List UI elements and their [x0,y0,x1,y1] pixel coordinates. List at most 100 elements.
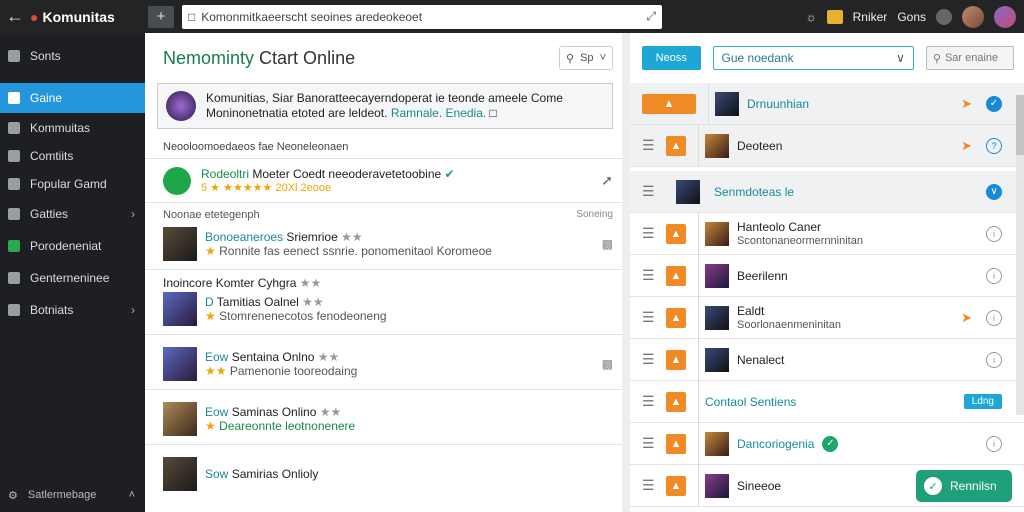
drag-handle-icon[interactable]: ☰ [642,477,660,494]
drag-handle-icon[interactable]: ☰ [642,225,660,242]
drag-handle-icon[interactable]: ☰ [642,267,660,284]
top-right-item-1[interactable]: Rniker [853,10,888,24]
pen-icon [8,178,20,190]
list-item[interactable]: Eow Sentaina Onlno ★★ ★★ Pamenonie toore… [163,347,613,381]
info-icon[interactable]: i [986,225,1002,242]
rating-stars: ★★ [299,276,322,290]
app-logo[interactable]: ● Komunitas [30,9,144,25]
drag-handle-icon[interactable]: ☰ [642,393,660,410]
info-icon[interactable]: i [986,267,1002,284]
star-icon: ★ [205,309,216,323]
brightness-icon[interactable]: ☼ [806,10,817,24]
action-icon[interactable]: ▩ [602,237,613,251]
featured-title: Moeter Coedt neeoderavetetoobine [252,167,442,181]
right-search-input[interactable]: ⚲ Sar enaine [925,46,1014,70]
trophy-icon[interactable] [826,9,843,24]
sort-select[interactable]: Gue noedank ∨ [712,46,914,70]
ranking-row[interactable]: ▲ Drnuunhian ➤ ✓ [630,82,1024,125]
drag-handle-icon[interactable]: ☰ [642,137,660,154]
chat-label: Rennilsn [950,479,997,493]
row-avatar [705,431,729,456]
sidebar-item-0[interactable]: Sonts [0,41,145,71]
row-avatar [705,305,729,330]
banner-link[interactable]: Ramnale. Enedia. [391,106,486,120]
info-icon[interactable]: ? [986,137,1002,154]
search-field[interactable]: □ Komonmitkaeerscht seoines aredeokeoet … [182,4,662,29]
row-name: Sineeoe [737,478,782,493]
sidebar-item-1[interactable]: Gaine [0,83,145,113]
list-item[interactable]: Sow Samirias Onlioly [163,457,613,491]
ranking-row[interactable]: ☰ ▲ Dancoriogenia ✓ i [630,422,1024,465]
info-icon[interactable]: i [986,351,1002,368]
banner-thumbnail [166,91,196,121]
ranking-row[interactable]: ☰ ▲ Hanteolo Caner Scontonaneormernninita… [630,212,1024,255]
info-icon[interactable]: i [986,309,1002,326]
pin-icon[interactable]: ➚ [601,172,613,189]
list-item[interactable]: Eow Saminas Onlino ★★ ★ Deareonnte leotn… [163,402,613,436]
status-icon[interactable]: ✓ [986,95,1002,112]
main-header: Nemominty Ctart Online ⚲ Sp ˅ [145,33,627,83]
sidebar-item-6[interactable]: Porodeneniat [0,231,145,261]
sidebar-item-5[interactable]: Gatties › [0,199,145,229]
user-avatar[interactable] [962,5,984,28]
rating-stars: ★★ [341,230,363,244]
row-title: Ealdt [737,303,765,318]
sidebar-footer[interactable]: ⚙ Satlermebage ˄ [0,484,145,506]
scrollbar[interactable] [1016,95,1024,415]
community-banner[interactable]: Komunitias, Siar Banoratteecayerndoperat… [157,83,613,129]
sidebar-item-7[interactable]: Genterneninee [0,263,145,293]
banner-text: Komunitias, Siar Banoratteecayerndoperat… [206,91,563,121]
drag-handle-icon[interactable]: ☰ [642,183,660,200]
star-icon: ★ [205,244,216,258]
banner-line-2: Moninonetnatia etoted are leldeot. [206,106,388,120]
action-icon[interactable]: ▩ [602,357,613,371]
add-button[interactable]: + [148,5,174,28]
featured-rating: 5 ★ ★★★★★ 20Xl 2eooe [201,182,332,194]
ranking-row[interactable]: ☰ ▲ Deoteen ➤ ? [630,124,1024,167]
back-arrow-icon[interactable]: ← [0,0,30,33]
list-group: Eow Saminas Onlino ★★ ★ Deareonnte leotn… [145,390,627,445]
sidebar-item-2[interactable]: Kommuitas [0,113,145,143]
item-name-accent: D [205,295,214,309]
drag-handle-icon[interactable]: ☰ [642,351,660,368]
row-avatar [705,263,729,288]
row-subtitle: Scontonaneormernninitan [737,234,863,247]
drag-handle-icon[interactable]: ☰ [642,435,660,452]
item-name-accent: Eow [205,350,229,364]
globe-icon[interactable] [936,8,952,25]
item-subtitle: Stomrenenecotos fenodeoneng [219,309,387,323]
expand-icon[interactable]: ⤢ [646,9,656,24]
primary-button[interactable]: Neoss [642,46,701,70]
sidebar-item-4[interactable]: Fopular Gamd [0,169,145,199]
ranking-row[interactable]: ☰ ▲ Beerilenn i [630,254,1024,297]
list-item[interactable]: D Tamitias Oalnel ★★ ★ Stomrenenecotos f… [163,292,613,326]
status-pill[interactable]: Ldng [963,394,1002,409]
sidebar-item-3[interactable]: Comtiits [0,143,145,169]
list-item[interactable]: Bonoeaneroes Sriemrioe ★★ ★ Ronnite fas … [163,227,613,261]
ranking-row[interactable]: ☰ ▲ Nenalect i [630,338,1024,381]
search-icon: □ [188,9,196,24]
item-subtitle: Deareonnte leotnonenere [219,419,356,433]
group-header: Noonae etetegenph [163,209,260,221]
drag-handle-icon[interactable]: ☰ [642,309,660,326]
featured-item[interactable]: Rodeoltri Moeter Coedt neeoderavetetoobi… [145,159,627,203]
secondary-avatar[interactable] [994,5,1016,28]
chat-button[interactable]: ✓ Rennilsn [916,470,1012,502]
banner-line-1: Komunitias, Siar Banoratteecayerndoperat… [206,91,563,105]
filter-dropdown[interactable]: ⚲ Sp ˅ [559,46,613,70]
row-name: Nenalect [737,352,785,367]
scrollbar-thumb[interactable] [1016,95,1024,155]
status-icon[interactable]: ∨ [986,183,1002,200]
ranking-row[interactable]: ☰ ▲ Ealdt Soorlonaenmeninitan ➤ i [630,296,1024,339]
sidebar-item-label: Fopular Gamd [30,177,107,191]
ranking-row[interactable]: ☰ ▲ Contaol Sentiens Ldng [630,380,1024,423]
bookmark-icon[interactable]: □ [490,106,497,120]
ranking-row[interactable]: ☰ Senmdoteas le ∨ [630,171,1024,213]
top-right-item-2[interactable]: Gons [897,10,926,24]
info-icon[interactable]: i [986,435,1002,452]
group-sort[interactable]: Soneing [576,209,613,221]
sidebar-item-8[interactable]: Botniats › [0,295,145,325]
panel-divider[interactable] [622,33,630,512]
sidebar-item-label: Sonts [30,49,61,63]
sidebar-item-label: Gaine [30,91,63,105]
